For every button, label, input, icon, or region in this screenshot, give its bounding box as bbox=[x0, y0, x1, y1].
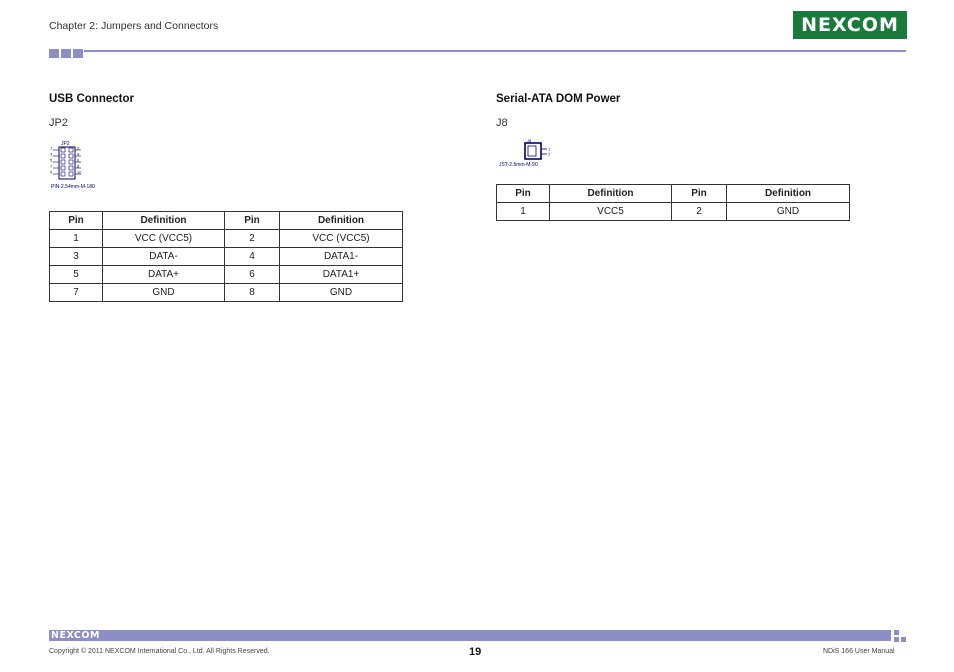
table-cell: 8 bbox=[224, 283, 280, 302]
sata-power-ref: J8 bbox=[496, 117, 508, 129]
sata-diagram-body bbox=[524, 142, 542, 160]
table-header-cell: Definition bbox=[549, 184, 672, 203]
sata-power-diagram: J8 1 2 JST-2.5mm-M-90 bbox=[499, 138, 551, 168]
table-cell: 5 bbox=[49, 265, 103, 284]
nexcom-logo: NEXCOM bbox=[793, 11, 907, 39]
sata-diagram-part: JST-2.5mm-M-90 bbox=[499, 162, 538, 168]
usb-diagram-pin-label: 9 bbox=[50, 170, 53, 175]
table-cell: VCC (VCC5) bbox=[102, 229, 225, 248]
usb-diagram-pin-label: 5 bbox=[50, 158, 53, 163]
usb-diagram-pin bbox=[60, 171, 66, 177]
usb-connector-heading: USB Connector bbox=[49, 93, 134, 105]
table-cell: VCC5 bbox=[549, 202, 672, 221]
usb-connector-ref: JP2 bbox=[49, 117, 68, 129]
copyright-text: Copyright © 2011 NEXCOM International Co… bbox=[49, 648, 270, 655]
page-number: 19 bbox=[469, 646, 482, 658]
sata-diagram-inner bbox=[527, 145, 537, 157]
table-row: 7 GND 8 GND bbox=[49, 283, 403, 302]
table-row: 5 DATA+ 6 DATA1+ bbox=[49, 265, 403, 284]
sata-diagram-pin-label: 2 bbox=[548, 152, 551, 157]
table-cell: DATA+ bbox=[102, 265, 225, 284]
usb-diagram-pin bbox=[68, 159, 74, 165]
usb-diagram-pin bbox=[60, 159, 66, 165]
usb-diagram-pin-label: 3 bbox=[50, 152, 53, 157]
table-cell: 6 bbox=[224, 265, 280, 284]
manual-title: NDiS 166 User Manual bbox=[823, 648, 895, 655]
footer-logo: NEXCOM bbox=[51, 630, 100, 641]
table-cell: DATA- bbox=[102, 247, 225, 266]
usb-diagram-designator: JP2 bbox=[61, 141, 70, 147]
table-header-cell: Pin bbox=[224, 211, 280, 230]
footer-squares bbox=[894, 630, 906, 642]
table-header-cell: Pin bbox=[496, 184, 550, 203]
usb-diagram-pin bbox=[60, 165, 66, 171]
usb-pin-table: Pin Definition Pin Definition 1 VCC (VCC… bbox=[49, 211, 403, 302]
table-header-cell: Definition bbox=[279, 211, 403, 230]
table-cell: 1 bbox=[49, 229, 103, 248]
table-cell: 2 bbox=[671, 202, 727, 221]
usb-diagram-pins: 13579246810 bbox=[50, 146, 82, 177]
usb-diagram-pin-label: 7 bbox=[50, 164, 53, 169]
sata-power-heading: Serial-ATA DOM Power bbox=[496, 93, 621, 105]
table-cell: 7 bbox=[49, 283, 103, 302]
header-rule bbox=[84, 50, 906, 52]
table-row: 1 VCC (VCC5) 2 VCC (VCC5) bbox=[49, 229, 403, 248]
table-cell: GND bbox=[726, 202, 850, 221]
table-cell: DATA1+ bbox=[279, 265, 403, 284]
table-header-cell: Pin bbox=[49, 211, 103, 230]
table-header-row: Pin Definition Pin Definition bbox=[49, 211, 403, 230]
table-cell: 2 bbox=[224, 229, 280, 248]
table-row: 1 VCC5 2 GND bbox=[496, 202, 850, 221]
usb-diagram-pin bbox=[68, 147, 74, 153]
table-cell: 4 bbox=[224, 247, 280, 266]
header-squares bbox=[49, 49, 83, 58]
table-row: 3 DATA- 4 DATA1- bbox=[49, 247, 403, 266]
usb-diagram-pin bbox=[60, 147, 66, 153]
logo-text: NEXCOM bbox=[801, 14, 899, 36]
chapter-title: Chapter 2: Jumpers and Connectors bbox=[49, 20, 219, 32]
table-cell: VCC (VCC5) bbox=[279, 229, 403, 248]
usb-diagram-pin bbox=[68, 171, 74, 177]
table-header-row: Pin Definition Pin Definition bbox=[496, 184, 850, 203]
usb-diagram-pin bbox=[68, 153, 74, 159]
table-header-cell: Definition bbox=[102, 211, 225, 230]
table-cell: 1 bbox=[496, 202, 550, 221]
usb-connector-diagram: JP2 13579246810 PIN-2.54mm-M-180 bbox=[50, 141, 95, 190]
sata-pin-table: Pin Definition Pin Definition 1 VCC5 2 G… bbox=[496, 184, 850, 221]
usb-diagram-pin-label: 1 bbox=[50, 146, 53, 151]
footer-bar bbox=[49, 630, 891, 641]
usb-diagram-pin bbox=[68, 165, 74, 171]
table-cell: 3 bbox=[49, 247, 103, 266]
usb-diagram-pin bbox=[60, 153, 66, 159]
table-header-cell: Definition bbox=[726, 184, 850, 203]
usb-diagram-pin-label: 10 bbox=[77, 170, 82, 175]
table-cell: GND bbox=[102, 283, 225, 302]
usb-diagram-part: PIN-2.54mm-M-180 bbox=[51, 184, 95, 190]
table-cell: DATA1- bbox=[279, 247, 403, 266]
table-header-cell: Pin bbox=[671, 184, 727, 203]
table-cell: GND bbox=[279, 283, 403, 302]
